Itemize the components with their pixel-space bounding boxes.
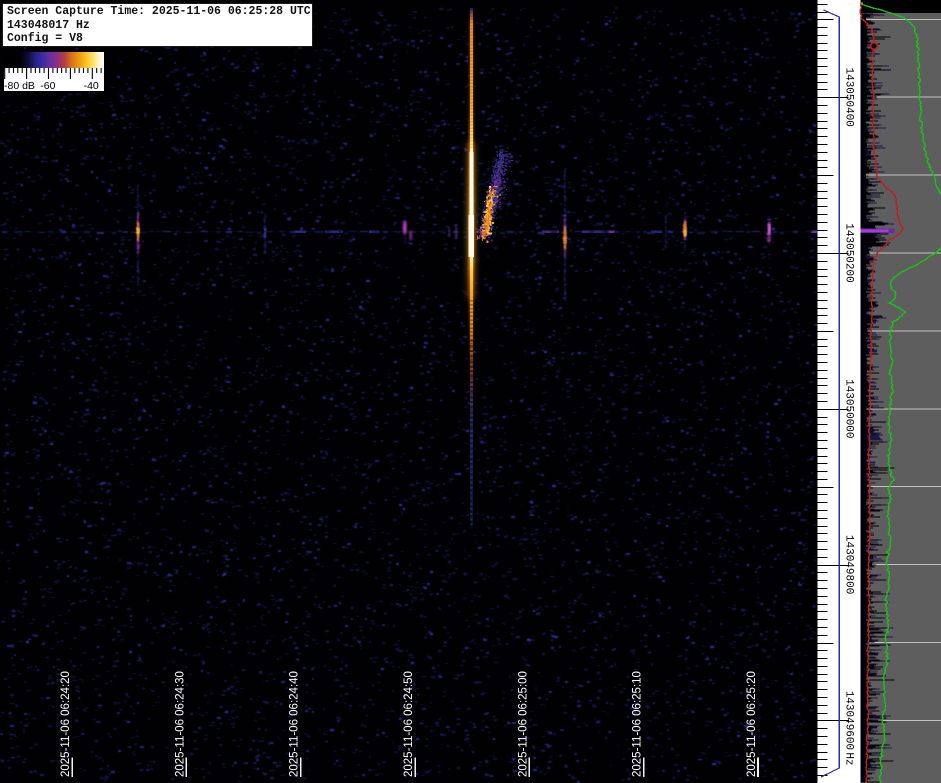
- svg-text:2025-11-06 06:24:30: 2025-11-06 06:24:30: [174, 671, 186, 777]
- svg-text:2025-11-06 06:24:50: 2025-11-06 06:24:50: [403, 671, 415, 777]
- svg-text:2025-11-06 06:25:20: 2025-11-06 06:25:20: [746, 671, 758, 777]
- svg-text:Hz: Hz: [843, 752, 855, 765]
- svg-text:2025-11-06 06:25:10: 2025-11-06 06:25:10: [632, 671, 644, 777]
- svg-text:143049600: 143049600: [843, 691, 855, 750]
- svg-text:143050400: 143050400: [843, 67, 855, 126]
- svg-text:2025-11-06 06:24:20: 2025-11-06 06:24:20: [60, 671, 72, 777]
- svg-text:2025-11-06 06:24:40: 2025-11-06 06:24:40: [289, 671, 301, 777]
- svg-text:143049800: 143049800: [843, 535, 855, 594]
- svg-text:143050200: 143050200: [843, 223, 855, 282]
- svg-text:2025-11-06 06:25:00: 2025-11-06 06:25:00: [517, 671, 529, 777]
- svg-text:143050000: 143050000: [843, 379, 855, 438]
